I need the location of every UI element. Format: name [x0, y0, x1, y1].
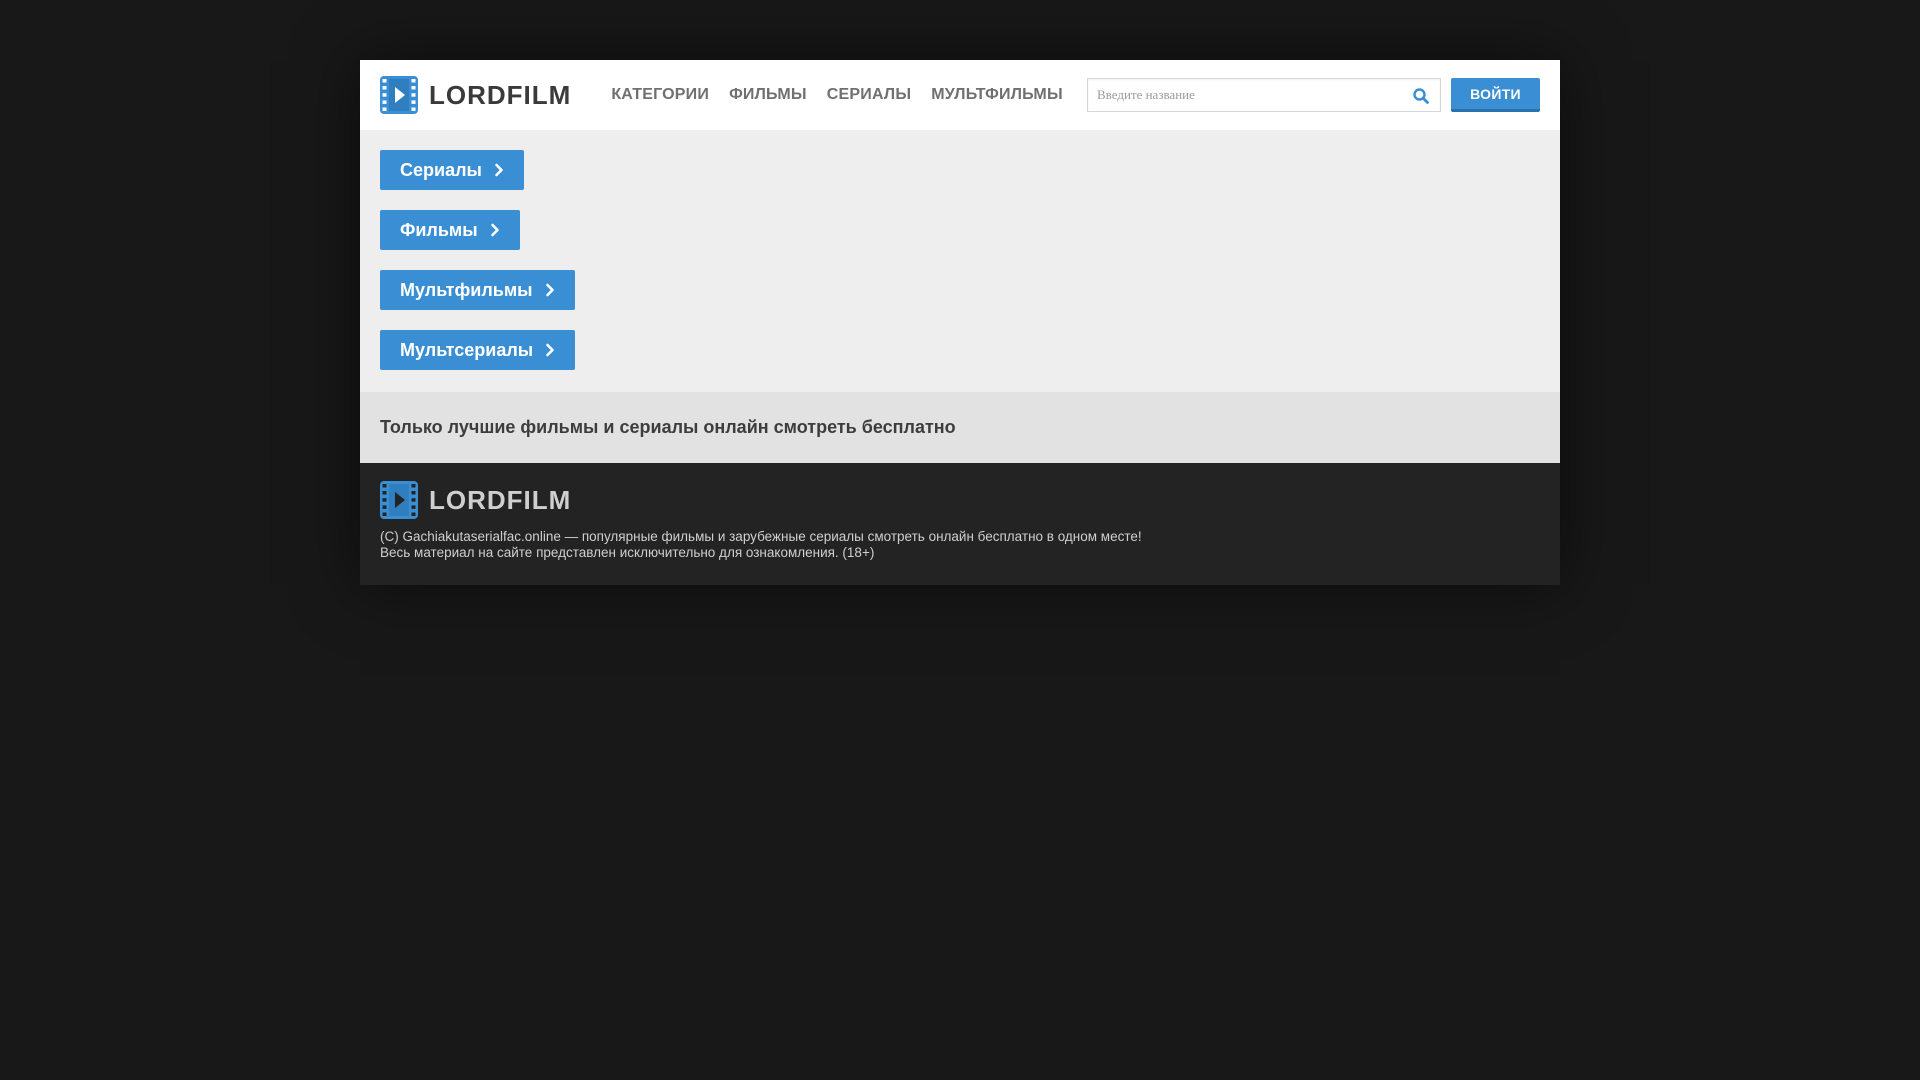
footer-line-2: Весь материал на сайте представлен исклю…: [380, 545, 875, 560]
film-play-icon: [380, 481, 418, 519]
search-box: [1087, 78, 1441, 112]
category-cartoons-button[interactable]: Мультфильмы: [380, 270, 575, 310]
site-header: LORDFILM КАТЕГОРИИ ФИЛЬМЫ СЕРИАЛЫ МУЛЬТФ…: [360, 60, 1560, 130]
category-label: Мультфильмы: [400, 279, 533, 300]
footer-logo-link[interactable]: LORDFILM: [380, 481, 1540, 519]
site-logo-link[interactable]: LORDFILM: [380, 76, 571, 114]
nav-item-cartoons[interactable]: МУЛЬТФИЛЬМЫ: [931, 86, 1063, 104]
login-button[interactable]: ВОЙТИ: [1451, 78, 1540, 112]
chevron-right-icon: [545, 283, 554, 297]
category-label: Мультсериалы: [400, 339, 534, 360]
search-input[interactable]: [1088, 79, 1388, 111]
category-label: Сериалы: [400, 159, 482, 180]
site-logo-text: LORDFILM: [429, 79, 572, 110]
chevron-right-icon: [546, 343, 554, 357]
footer-copyright: (C) Gachiakutaserialfac.online — популяр…: [380, 529, 1540, 561]
category-list: Сериалы Фильмы Мультфильмы Мультсериалы: [360, 130, 1560, 392]
chevron-right-icon: [495, 163, 503, 177]
chevron-right-icon: [490, 223, 499, 237]
footer-logo-text: LORDFILM: [429, 484, 572, 515]
site-footer: LORDFILM (C) Gachiakutaserialfac.online …: [360, 463, 1560, 585]
nav-item-categories[interactable]: КАТЕГОРИИ: [611, 86, 709, 104]
category-animated-series-button[interactable]: Мультсериалы: [380, 330, 576, 370]
category-label: Фильмы: [400, 219, 478, 240]
tagline-heading: Только лучшие фильмы и сериалы онлайн см…: [380, 417, 956, 437]
main-nav: КАТЕГОРИИ ФИЛЬМЫ СЕРИАЛЫ МУЛЬТФИЛЬМЫ: [611, 86, 1083, 104]
tagline-bar: Только лучшие фильмы и сериалы онлайн см…: [360, 392, 1560, 463]
category-films-button[interactable]: Фильмы: [380, 210, 520, 250]
category-serials-button[interactable]: Сериалы: [380, 150, 524, 190]
search-icon[interactable]: [1412, 87, 1430, 105]
footer-line-1: (C) Gachiakutaserialfac.online — популяр…: [380, 529, 1142, 544]
nav-item-serials[interactable]: СЕРИАЛЫ: [827, 86, 911, 104]
film-play-icon: [380, 76, 418, 114]
page-container: LORDFILM КАТЕГОРИИ ФИЛЬМЫ СЕРИАЛЫ МУЛЬТФ…: [360, 60, 1560, 585]
nav-item-films[interactable]: ФИЛЬМЫ: [729, 86, 807, 104]
